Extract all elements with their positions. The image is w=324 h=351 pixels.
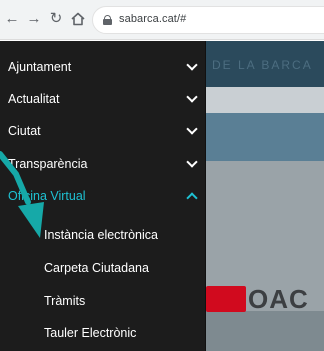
chevron-down-icon: [186, 123, 198, 135]
submenu-item-label: Instància electrònica: [44, 228, 158, 242]
menu-item-label: Ciutat: [8, 124, 41, 138]
menu-item-label: Actualitat: [8, 92, 60, 106]
lock-icon: [103, 15, 112, 25]
home-icon[interactable]: [70, 11, 86, 27]
oac-logo-text: OAC: [248, 284, 309, 314]
site-header-title: DE LA BARCA: [212, 58, 313, 72]
url-text: sabarca.cat/#: [119, 13, 187, 25]
submenu-item-label: Tràmits: [44, 294, 86, 308]
submenu-item-tauler-electronic[interactable]: Tauler Electrònic: [0, 318, 206, 349]
submenu-item-label: Carpeta Ciutadana: [44, 261, 149, 275]
menu-item-ajuntament[interactable]: Ajuntament: [0, 51, 206, 83]
menu-item-actualitat[interactable]: Actualitat: [0, 83, 206, 115]
submenu-item-carpeta-ciutadana[interactable]: Carpeta Ciutadana: [0, 253, 206, 284]
submenu-item-label: Tauler Electrònic: [44, 326, 137, 340]
oac-logo-icon: [206, 286, 246, 312]
forward-arrow-icon[interactable]: →: [26, 11, 42, 27]
pointer-arrow-icon: [0, 151, 44, 238]
address-bar[interactable]: sabarca.cat/#: [92, 6, 324, 34]
back-arrow-icon[interactable]: ←: [4, 11, 20, 27]
submenu-item-tramits[interactable]: Tràmits: [0, 286, 206, 317]
browser-toolbar: ← → ↻ sabarca.cat/#: [0, 0, 324, 40]
chevron-down-icon: [186, 91, 198, 103]
chevron-down-icon: [186, 156, 198, 168]
chevron-down-icon: [186, 59, 198, 71]
menu-item-label: Ajuntament: [8, 60, 72, 74]
reload-icon[interactable]: ↻: [48, 11, 64, 27]
menu-item-ciutat[interactable]: Ciutat: [0, 115, 206, 147]
chevron-up-icon: [186, 192, 198, 204]
